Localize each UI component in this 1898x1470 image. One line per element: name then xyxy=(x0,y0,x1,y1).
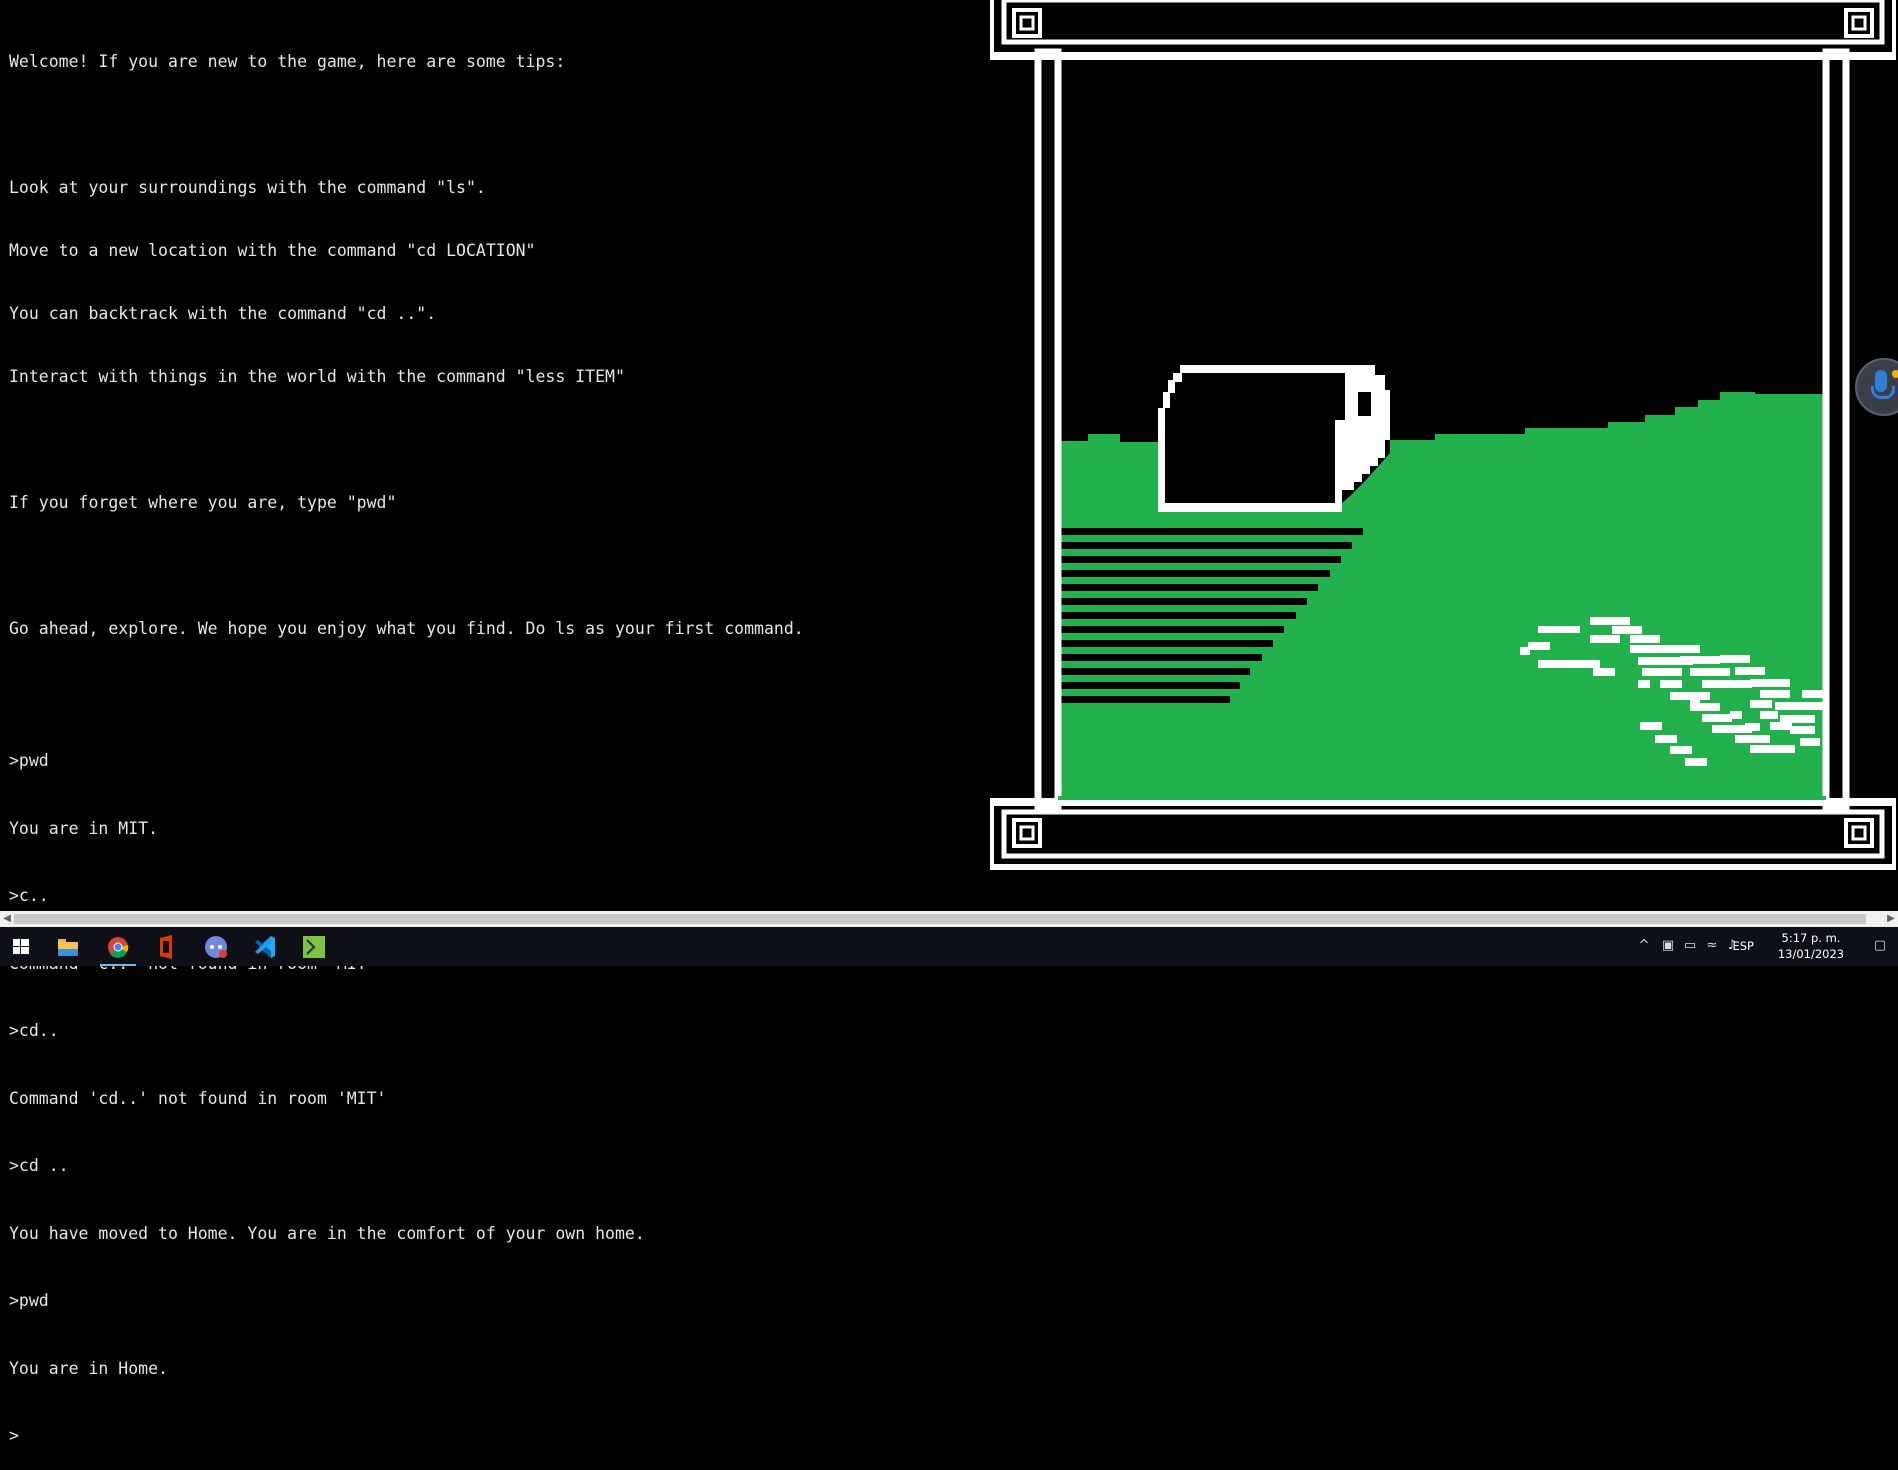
log-line: You are in MIT. xyxy=(9,818,159,838)
tip-line: Look at your surroundings with the comma… xyxy=(9,178,486,197)
folder-icon xyxy=(58,939,78,956)
log-line: >cd .. xyxy=(9,1156,69,1175)
notification-dot xyxy=(1892,370,1898,378)
vscode-button[interactable] xyxy=(241,927,289,966)
tip-line: You can backtrack with the command "cd .… xyxy=(9,304,437,323)
command-prompt[interactable]: > xyxy=(9,1423,969,1449)
discord-button[interactable] xyxy=(192,927,240,966)
battery-icon[interactable]: ▭ xyxy=(1682,938,1698,954)
pixel-art-home-scene xyxy=(990,0,1896,870)
scene-illustration xyxy=(990,0,1896,870)
meet-now-icon[interactable]: ▣ xyxy=(1660,938,1676,954)
log-line: You are in Home. xyxy=(9,1358,168,1378)
vscode-icon xyxy=(255,936,275,958)
tip-line: Move to a new location with the command … xyxy=(9,241,536,260)
terminal-output: Welcome! If you are new to the game, her… xyxy=(9,9,969,1470)
log-line: >pwd xyxy=(9,1291,49,1310)
office-button[interactable] xyxy=(142,927,190,966)
log-line: >c.. xyxy=(9,886,49,905)
office-icon xyxy=(160,935,172,959)
pwd-tip-line: If you forget where you are, type "pwd" xyxy=(9,493,397,512)
file-explorer-button[interactable] xyxy=(44,927,92,966)
log-line: >pwd xyxy=(9,751,49,770)
chrome-icon xyxy=(108,937,129,958)
welcome-line: Welcome! If you are new to the game, her… xyxy=(9,52,566,71)
terminal-game-icon xyxy=(303,936,325,958)
clock-time: 5:17 p. m. xyxy=(1781,931,1841,945)
explore-line: Go ahead, explore. We hope you enjoy wha… xyxy=(9,619,804,638)
horizontal-scrollbar[interactable]: ◀ ▶ xyxy=(0,911,1898,927)
scroll-right-icon[interactable]: ▶ xyxy=(1886,914,1896,924)
windows-logo-icon xyxy=(13,939,29,954)
discord-icon xyxy=(205,936,227,958)
scroll-left-icon[interactable]: ◀ xyxy=(2,914,12,924)
terminal-game-button[interactable] xyxy=(290,927,338,966)
chevron-up-icon[interactable]: ^ xyxy=(1636,938,1652,954)
chrome-button[interactable] xyxy=(94,927,142,966)
wifi-icon[interactable]: ≈ xyxy=(1704,938,1720,954)
language-indicator[interactable]: ESP xyxy=(1732,938,1754,954)
log-line: Command 'cd..' not found in room 'MIT' xyxy=(9,1088,387,1108)
notifications-icon[interactable]: ▢ xyxy=(1872,938,1888,954)
taskbar: ^ ▣ ▭ ≈ ♪ ESP 5:17 p. m. 13/01/2023 ▢ xyxy=(0,927,1898,966)
log-line: >cd.. xyxy=(9,1021,59,1040)
clock[interactable]: 5:17 p. m. 13/01/2023 xyxy=(1766,930,1856,962)
start-button[interactable] xyxy=(0,927,48,966)
clock-date: 13/01/2023 xyxy=(1777,947,1845,961)
system-tray: ^ ▣ ▭ ≈ ♪ ESP 5:17 p. m. 13/01/2023 ▢ xyxy=(1498,927,1898,966)
tip-line: Interact with things in the world with t… xyxy=(9,367,625,386)
scrollbar-thumb[interactable] xyxy=(14,914,1866,924)
log-line: You have moved to Home. You are in the c… xyxy=(9,1223,645,1243)
